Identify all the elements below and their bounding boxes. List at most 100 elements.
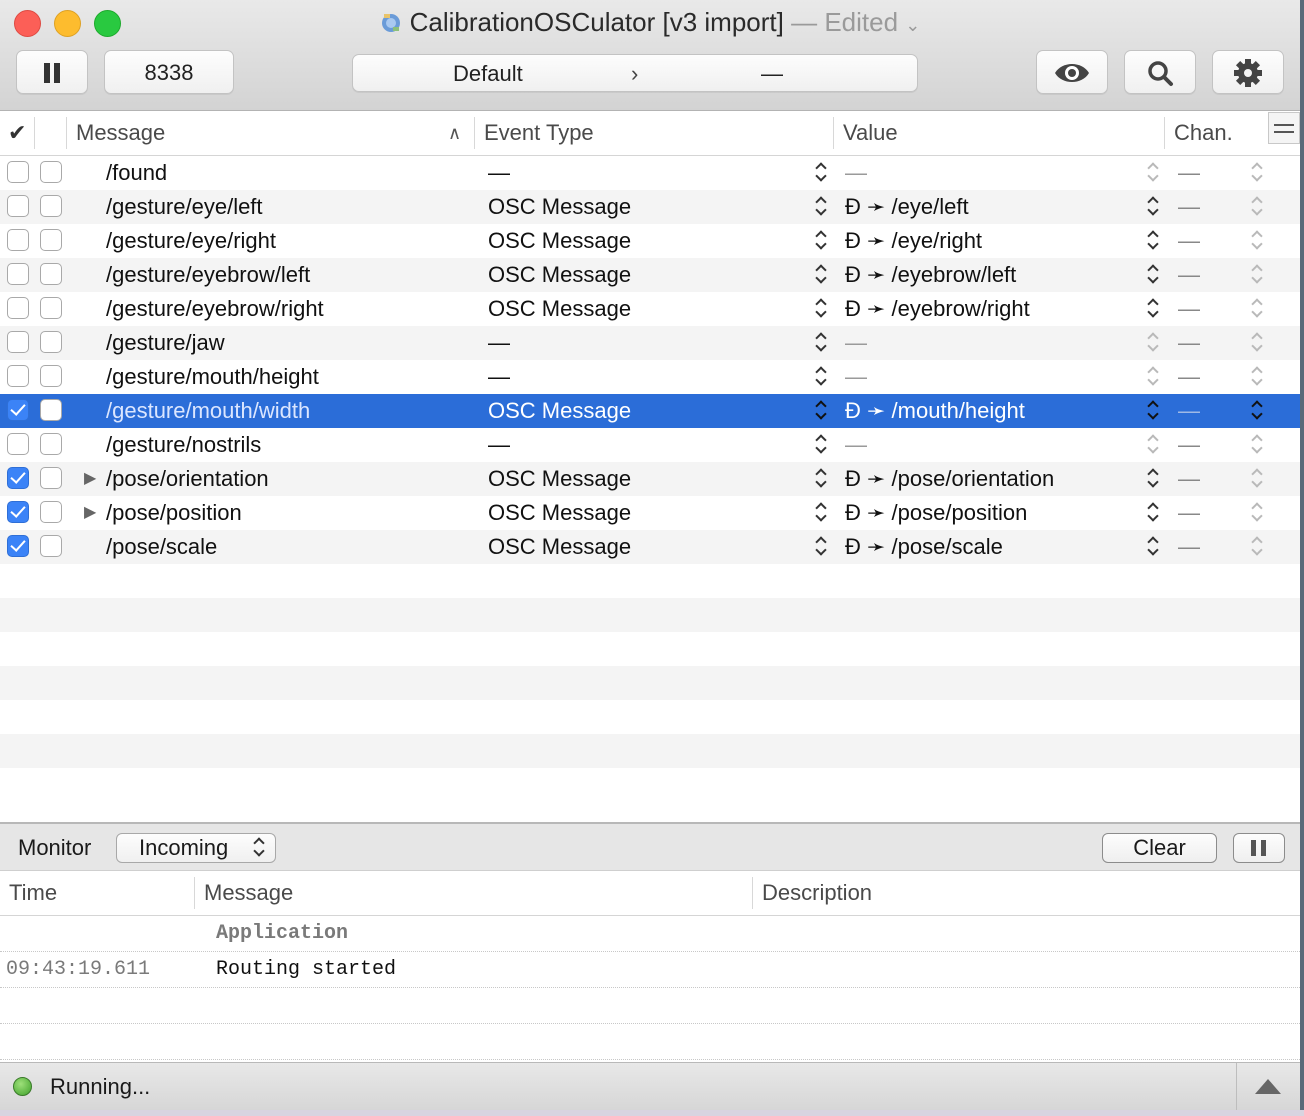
column-description[interactable]: Description	[762, 871, 872, 915]
enable-checkbox[interactable]	[7, 195, 29, 217]
channel-stepper-icon[interactable]	[1251, 537, 1263, 557]
secondary-checkbox[interactable]	[40, 535, 62, 557]
value-stepper-icon[interactable]	[1147, 401, 1159, 421]
event-type-stepper-icon[interactable]	[815, 299, 827, 319]
enable-checkbox[interactable]	[7, 433, 29, 455]
settings-button[interactable]	[1212, 50, 1284, 94]
row-value[interactable]: Đ ➛ /eye/right	[845, 224, 982, 258]
event-type-stepper-icon[interactable]	[815, 333, 827, 353]
table-row[interactable]: /gesture/eyebrow/left OSC Message Đ ➛ /e…	[0, 258, 1300, 292]
row-channel[interactable]: —	[1178, 326, 1200, 360]
row-channel[interactable]: —	[1178, 428, 1200, 462]
row-channel[interactable]: —	[1178, 530, 1200, 564]
enable-checkbox[interactable]	[7, 229, 29, 251]
row-value[interactable]: —	[845, 428, 867, 462]
row-value[interactable]: Đ ➛ /eyebrow/right	[845, 292, 1030, 326]
channel-stepper-icon[interactable]	[1251, 231, 1263, 251]
column-event-type[interactable]: Event Type	[484, 111, 594, 155]
row-value[interactable]: Đ ➛ /pose/orientation	[845, 462, 1054, 496]
channel-stepper-icon[interactable]	[1251, 299, 1263, 319]
value-stepper-icon[interactable]	[1147, 367, 1159, 387]
table-row[interactable]: /gesture/eye/right OSC Message Đ ➛ /eye/…	[0, 224, 1300, 258]
row-event-type[interactable]: —	[488, 326, 510, 360]
event-type-stepper-icon[interactable]	[815, 163, 827, 183]
enable-checkbox[interactable]	[7, 467, 29, 489]
pause-routing-button[interactable]	[16, 50, 88, 94]
column-value[interactable]: Value	[843, 111, 898, 155]
row-channel[interactable]: —	[1178, 394, 1200, 428]
row-value[interactable]: —	[845, 326, 867, 360]
eye-button[interactable]	[1036, 50, 1108, 94]
event-type-stepper-icon[interactable]	[815, 401, 827, 421]
value-stepper-icon[interactable]	[1147, 435, 1159, 455]
table-row[interactable]: ▶ /pose/position OSC Message Đ ➛ /pose/p…	[0, 496, 1300, 530]
row-value[interactable]: Đ ➛ /eye/left	[845, 190, 969, 224]
triangle-up-icon[interactable]	[1255, 1079, 1281, 1094]
table-row[interactable]: /gesture/mouth/height — — —	[0, 360, 1300, 394]
disclosure-triangle-icon[interactable]: ▶	[84, 462, 96, 496]
enable-checkbox[interactable]	[7, 535, 29, 557]
row-channel[interactable]: —	[1178, 258, 1200, 292]
row-event-type[interactable]: OSC Message	[488, 496, 631, 530]
search-button[interactable]	[1124, 50, 1196, 94]
row-value[interactable]: Đ ➛ /pose/scale	[845, 530, 1003, 564]
event-type-stepper-icon[interactable]	[815, 469, 827, 489]
channel-stepper-icon[interactable]	[1251, 401, 1263, 421]
enable-checkbox[interactable]	[7, 263, 29, 285]
row-channel[interactable]: —	[1178, 190, 1200, 224]
channel-stepper-icon[interactable]	[1251, 367, 1263, 387]
enable-checkbox[interactable]	[7, 161, 29, 183]
event-type-stepper-icon[interactable]	[815, 231, 827, 251]
secondary-checkbox[interactable]	[40, 263, 62, 285]
row-channel[interactable]: —	[1178, 156, 1200, 190]
enable-checkbox[interactable]	[7, 331, 29, 353]
channel-stepper-icon[interactable]	[1251, 163, 1263, 183]
column-time[interactable]: Time	[9, 871, 57, 915]
row-event-type[interactable]: —	[488, 360, 510, 394]
secondary-checkbox[interactable]	[40, 399, 62, 421]
secondary-checkbox[interactable]	[40, 467, 62, 489]
window-title[interactable]: CalibrationOSCulator [v3 import] — Edite…	[0, 4, 1300, 43]
table-row[interactable]: ▶ /pose/orientation OSC Message Đ ➛ /pos…	[0, 462, 1300, 496]
monitor-pause-button[interactable]	[1233, 833, 1285, 863]
secondary-checkbox[interactable]	[40, 365, 62, 387]
event-type-stepper-icon[interactable]	[815, 435, 827, 455]
row-value[interactable]: —	[845, 360, 867, 394]
channel-stepper-icon[interactable]	[1251, 503, 1263, 523]
event-type-stepper-icon[interactable]	[815, 367, 827, 387]
clear-button[interactable]: Clear	[1102, 833, 1217, 863]
row-value[interactable]: Đ ➛ /mouth/height	[845, 394, 1025, 428]
chevron-down-icon[interactable]: ⌄	[905, 15, 920, 35]
secondary-checkbox[interactable]	[40, 297, 62, 319]
disclosure-triangle-icon[interactable]: ▶	[84, 496, 96, 530]
table-row[interactable]: /gesture/eyebrow/right OSC Message Đ ➛ /…	[0, 292, 1300, 326]
table-row[interactable]: /pose/scale OSC Message Đ ➛ /pose/scale …	[0, 530, 1300, 564]
path-value[interactable]: —	[761, 55, 783, 93]
column-options-icon[interactable]	[1268, 112, 1300, 144]
enable-checkbox[interactable]	[7, 297, 29, 319]
channel-stepper-icon[interactable]	[1251, 469, 1263, 489]
value-stepper-icon[interactable]	[1147, 231, 1159, 251]
log-row[interactable]: 09:43:19.611 Routing started	[0, 952, 1300, 988]
row-channel[interactable]: —	[1178, 224, 1200, 258]
event-type-stepper-icon[interactable]	[815, 265, 827, 285]
row-channel[interactable]: —	[1178, 292, 1200, 326]
row-event-type[interactable]: OSC Message	[488, 462, 631, 496]
column-message[interactable]: Message	[76, 111, 165, 155]
value-stepper-icon[interactable]	[1147, 503, 1159, 523]
row-value[interactable]: —	[845, 156, 867, 190]
table-row-selected[interactable]: /gesture/mouth/width OSC Message Đ ➛ /mo…	[0, 394, 1300, 428]
path-control[interactable]: Default › —	[352, 54, 918, 92]
row-channel[interactable]: —	[1178, 496, 1200, 530]
value-stepper-icon[interactable]	[1147, 469, 1159, 489]
table-row[interactable]: /gesture/nostrils — — —	[0, 428, 1300, 462]
secondary-checkbox[interactable]	[40, 161, 62, 183]
row-event-type[interactable]: —	[488, 428, 510, 462]
row-channel[interactable]: —	[1178, 462, 1200, 496]
table-row[interactable]: /found — — —	[0, 156, 1300, 190]
path-segment[interactable]: Default	[453, 55, 523, 93]
enable-checkbox[interactable]	[7, 365, 29, 387]
value-stepper-icon[interactable]	[1147, 299, 1159, 319]
column-monitor-message[interactable]: Message	[204, 871, 293, 915]
event-type-stepper-icon[interactable]	[815, 537, 827, 557]
